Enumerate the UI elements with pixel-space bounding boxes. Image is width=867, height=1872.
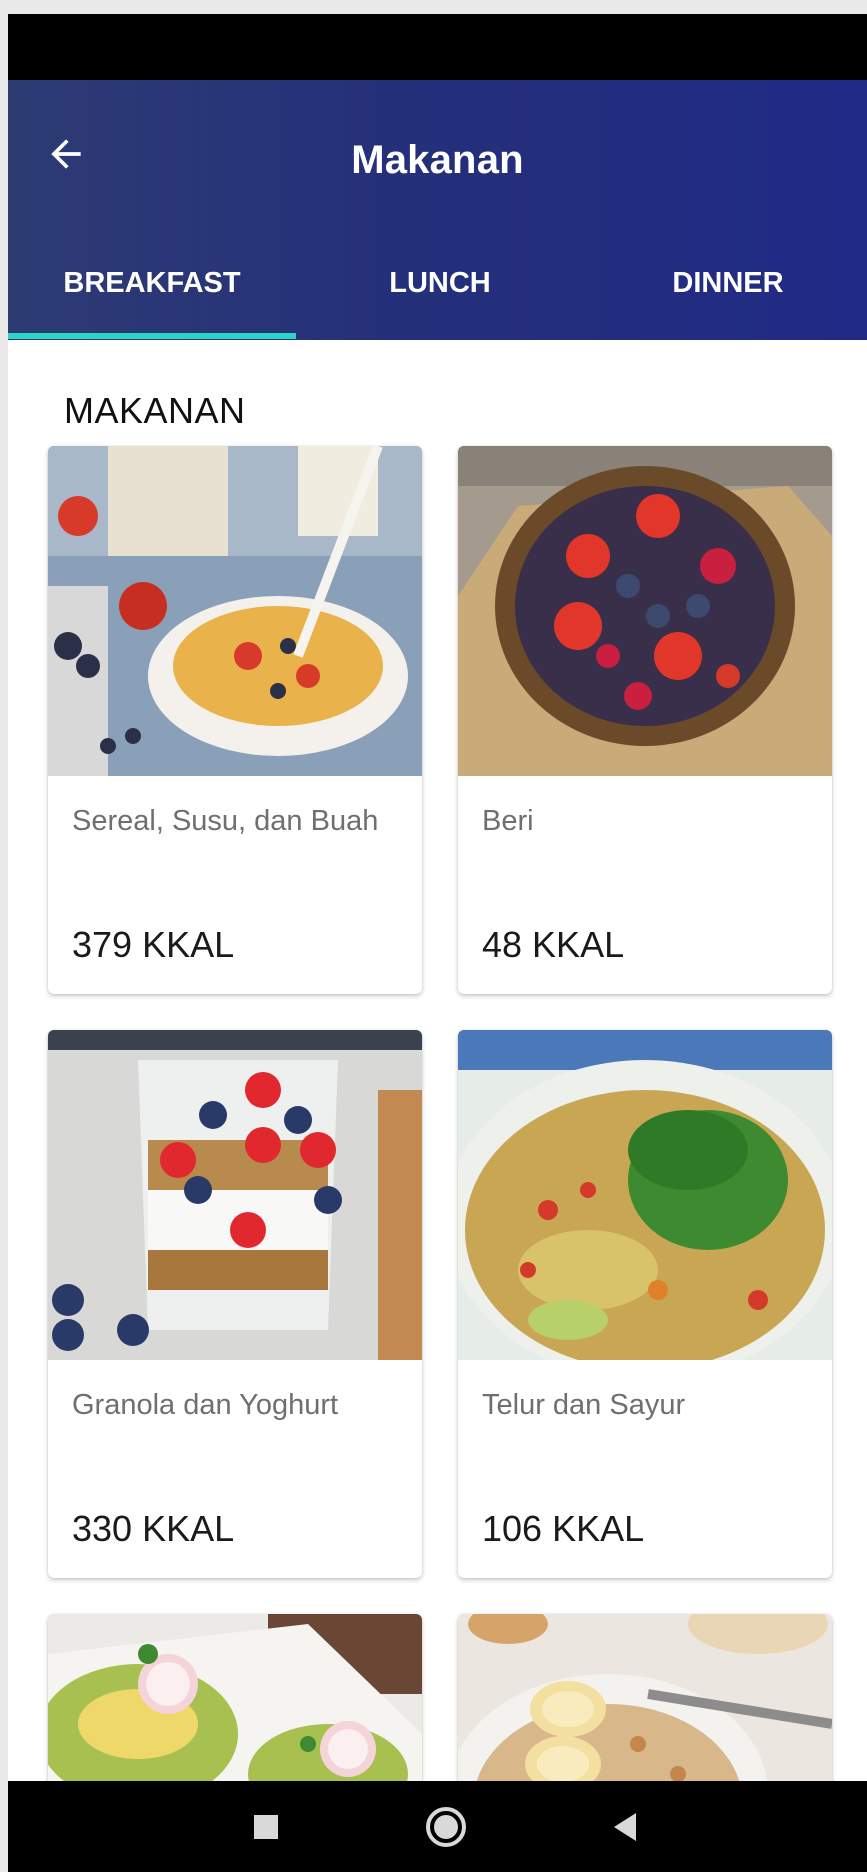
tab-dinner[interactable]: DINNER xyxy=(584,245,867,340)
square-icon xyxy=(254,1815,278,1839)
meal-tabs: BREAKFAST LUNCH DINNER xyxy=(8,245,867,340)
food-name: Beri xyxy=(482,805,534,837)
food-card[interactable]: Telur dan Sayur 106 KKAL xyxy=(458,1030,832,1578)
food-card[interactable]: Beri 48 KKAL xyxy=(458,446,832,994)
home-button[interactable] xyxy=(422,1803,470,1851)
tab-indicator xyxy=(8,333,296,339)
status-bar xyxy=(8,14,867,80)
food-card[interactable]: Granola dan Yoghurt 330 KKAL xyxy=(48,1030,422,1578)
egg-vegetable-photo xyxy=(458,1030,832,1360)
app-bar: Makanan BREAKFAST LUNCH DINNER xyxy=(8,80,867,340)
tab-lunch[interactable]: LUNCH xyxy=(296,245,584,340)
cereal-milk-fruit-photo xyxy=(48,446,422,776)
app-screen: Makanan BREAKFAST LUNCH DINNER MAKANAN S… xyxy=(8,14,867,1872)
recents-button[interactable] xyxy=(242,1803,290,1851)
food-card[interactable]: Sereal, Susu, dan Buah 379 KKAL xyxy=(48,446,422,994)
system-nav-bar xyxy=(8,1781,867,1872)
granola-yoghurt-photo xyxy=(48,1030,422,1360)
triangle-back-icon xyxy=(614,1813,636,1841)
food-name: Granola dan Yoghurt xyxy=(72,1389,339,1421)
food-kcal: 330 KKAL xyxy=(72,1508,235,1549)
tab-breakfast[interactable]: BREAKFAST xyxy=(8,245,296,340)
food-kcal: 379 KKAL xyxy=(72,924,235,965)
berries-basket-photo xyxy=(458,446,832,776)
food-kcal: 48 KKAL xyxy=(482,924,625,965)
circle-icon xyxy=(426,1807,466,1847)
food-kcal: 106 KKAL xyxy=(482,1508,645,1549)
system-back-button[interactable] xyxy=(602,1803,650,1851)
food-name: Telur dan Sayur xyxy=(482,1389,686,1421)
page-title: Makanan xyxy=(351,138,524,182)
food-name: Sereal, Susu, dan Buah xyxy=(72,805,379,837)
section-title: MAKANAN xyxy=(64,390,246,431)
